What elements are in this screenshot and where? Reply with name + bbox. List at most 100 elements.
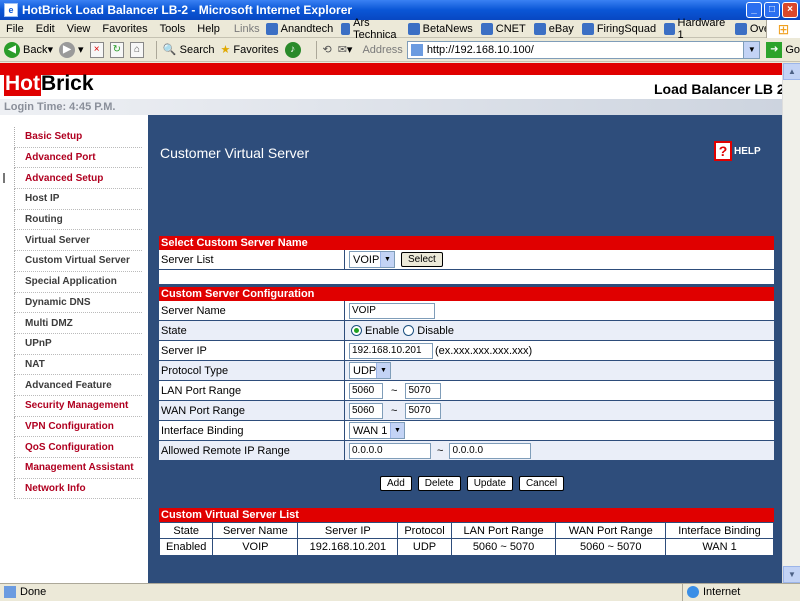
nav-item-nat[interactable]: NAT [14, 354, 142, 376]
left-navigation: Basic Setup Advanced Port Advanced Setup Ho… [0, 115, 148, 583]
protocol-label: Protocol Type [159, 361, 345, 380]
interface-binding-value: WAN 1 [353, 424, 388, 437]
lan-port-to-input[interactable]: 5070 [405, 382, 442, 399]
forward-button[interactable]: ▶ ▾ [59, 41, 84, 58]
window-title: HotBrick Load Balancer LB-2 - Microsoft … [22, 3, 353, 17]
nav-item-custom-virtual-server[interactable]: Custom Virtual Server [14, 251, 142, 272]
link-anandtech[interactable]: Anandtech [265, 22, 333, 35]
disable-label: Disable [417, 324, 454, 337]
select-server-section: Select Custom Server Name Server List VO… [159, 236, 774, 284]
windows-flag-icon: ⊞ [766, 20, 800, 38]
home-icon[interactable]: ⌂ [129, 41, 145, 58]
delete-button[interactable]: Delete [417, 476, 461, 491]
toolbar-divider [315, 40, 317, 59]
link-cnet[interactable]: CNET [480, 22, 526, 35]
stop-icon[interactable]: × [89, 41, 104, 58]
page-icon [407, 22, 420, 35]
history-button[interactable]: ⟲ [322, 43, 331, 56]
link-label: BetaNews [422, 22, 473, 35]
remote-ip-to-input[interactable]: 0.0.0.0 [449, 442, 532, 459]
column-header: Protocol [397, 522, 452, 539]
menu-edit[interactable]: Edit [30, 23, 61, 35]
nav-item-qos-configuration[interactable]: QoS Configuration [14, 437, 142, 458]
page-icon [734, 22, 747, 35]
disable-radio[interactable] [403, 325, 415, 336]
media-button[interactable]: ♪ [284, 41, 304, 58]
scroll-down-icon[interactable]: ▼ [783, 566, 800, 583]
link-firingsquad[interactable]: FiringSquad [581, 22, 656, 35]
state-row: State Enable Disable [159, 321, 774, 341]
cancel-button[interactable]: Cancel [518, 476, 565, 491]
mail-button[interactable]: ✉ ▾ [338, 43, 353, 56]
link-hardware-1[interactable]: Hardware 1 [664, 17, 727, 41]
nav-item-routing[interactable]: Routing [14, 209, 142, 231]
link-ebay[interactable]: eBay [533, 22, 574, 35]
protocol-select[interactable]: UDP ▼ [349, 362, 391, 379]
server-list-select[interactable]: VOIP ▼ [349, 251, 395, 268]
menu-tools[interactable]: Tools [154, 23, 192, 35]
links-label: Links [233, 22, 260, 35]
go-label: Go [785, 43, 800, 56]
column-header: Server IP [297, 522, 399, 539]
spacer-row [159, 270, 774, 284]
table-cell: WAN 1 [665, 538, 774, 556]
main-content: Customer Virtual Server ? HELP Select Cu… [148, 115, 782, 583]
update-button[interactable]: Update [466, 476, 513, 491]
nav-item-basic-setup[interactable]: Basic Setup [14, 127, 142, 148]
vertical-scrollbar[interactable]: ▲ ▼ [782, 63, 800, 583]
scroll-up-icon[interactable]: ▲ [783, 63, 800, 80]
back-button[interactable]: ◀ Back ▾ [4, 41, 53, 58]
add-button[interactable]: Add [380, 476, 412, 491]
menu-help[interactable]: Help [191, 23, 226, 35]
link-ars-technica[interactable]: Ars Technica [341, 17, 399, 41]
section-header: Select Custom Server Name [159, 236, 774, 250]
nav-item-virtual-server[interactable]: Virtual Server [14, 230, 142, 252]
page-icon [4, 586, 16, 598]
server-ip-input[interactable]: 192.168.10.201 [349, 342, 433, 359]
refresh-icon[interactable]: ↻ [109, 41, 124, 58]
wan-port-to-input[interactable]: 5070 [405, 402, 442, 419]
nav-item-advanced-setup[interactable]: Advanced Setup [3, 168, 142, 190]
nav-item-management-assistant[interactable]: Management Assistant [14, 458, 142, 479]
back-label: Back [23, 43, 48, 56]
nav-item-security-management[interactable]: Security Management [14, 395, 142, 417]
nav-item-advanced-feature[interactable]: Advanced Feature [14, 375, 142, 396]
menu-file[interactable]: File [0, 23, 30, 35]
select-button[interactable]: Select [401, 252, 443, 267]
go-button[interactable]: ➜ Go [766, 41, 800, 58]
address-bar[interactable]: http://192.168.10.100/ ▼ [406, 40, 761, 59]
menu-favorites[interactable]: Favorites [96, 23, 153, 35]
nav-item-vpn-configuration[interactable]: VPN Configuration [14, 416, 142, 438]
remote-ip-from-input[interactable]: 0.0.0.0 [349, 442, 431, 459]
wan-port-label: WAN Port Range [159, 401, 345, 420]
nav-item-network-info[interactable]: Network Info [14, 478, 142, 500]
lan-port-from-input[interactable]: 5060 [349, 382, 383, 399]
login-time: Login Time: 4:45 P.M. [0, 99, 782, 115]
search-button[interactable]: 🔍 Search [163, 43, 215, 57]
server-name-input[interactable]: VOIP [349, 302, 435, 319]
nav-item-special-application[interactable]: Special Application [14, 271, 142, 293]
interface-binding-select[interactable]: WAN 1 ▼ [349, 422, 405, 439]
status-bar: Done Internet [0, 583, 800, 601]
enable-radio[interactable] [351, 325, 362, 336]
link-label: eBay [548, 22, 574, 35]
globe-icon [687, 586, 699, 598]
nav-item-host-ip[interactable]: Host IP [14, 189, 142, 210]
nav-item-dynamic-dns[interactable]: Dynamic DNS [14, 292, 142, 314]
range-tilde: ~ [391, 384, 398, 397]
nav-item-advanced-port[interactable]: Advanced Port [14, 147, 142, 169]
favorites-button[interactable]: ★ Favorites [220, 43, 278, 57]
help-button[interactable]: ? HELP [714, 141, 761, 161]
chevron-down-icon[interactable]: ▼ [743, 41, 760, 58]
wan-port-from-input[interactable]: 5060 [349, 402, 383, 419]
column-header: WAN Port Range [555, 522, 667, 539]
menu-view[interactable]: View [61, 23, 97, 35]
page-icon [480, 22, 493, 35]
page-icon [410, 43, 423, 56]
table-row[interactable]: Enabled VOIP 192.168.10.201 UDP 5060 ~ 5070 5… [158, 538, 774, 556]
server-ip-hint: (ex.xxx.xxx.xxx.xxx) [435, 344, 533, 357]
range-tilde: ~ [391, 404, 398, 417]
nav-item-multi-dmz[interactable]: Multi DMZ [14, 313, 142, 334]
nav-item-upnp[interactable]: UPnP [14, 333, 142, 355]
link-betanews[interactable]: BetaNews [407, 22, 473, 35]
